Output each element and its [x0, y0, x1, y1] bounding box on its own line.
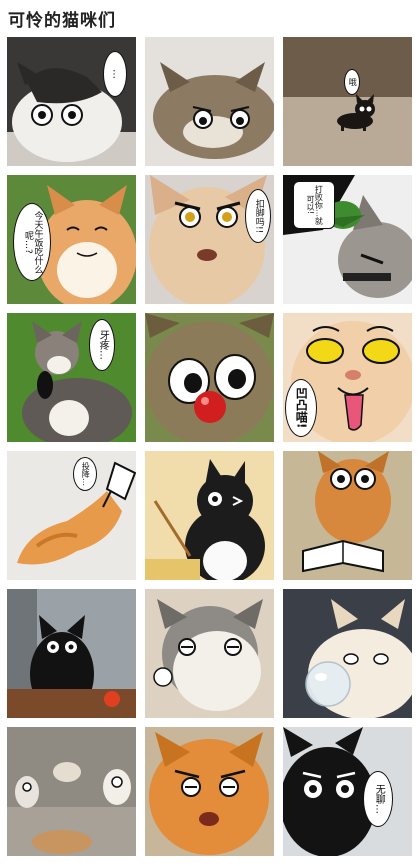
cat-photo-1[interactable]: …	[7, 37, 136, 166]
cat-photo-12[interactable]	[283, 451, 412, 580]
cat-illustration-3	[283, 37, 412, 166]
cat-illustration-10	[7, 451, 136, 580]
cat-photo-17[interactable]	[145, 727, 274, 856]
cat-photo-14[interactable]	[145, 589, 274, 718]
cat-photo-16[interactable]	[7, 727, 136, 856]
cat-photo-9[interactable]: 凹凸喵!	[283, 313, 412, 442]
cat-photo-10[interactable]: 投降…	[7, 451, 136, 580]
cat-illustration-2	[145, 37, 274, 166]
cat-illustration-8	[145, 313, 274, 442]
cat-illustration-15	[283, 589, 412, 718]
speech-bubble-4: 今天午饭吃什么呢…?	[13, 203, 51, 281]
cat-illustration-18	[283, 727, 412, 856]
cat-photo-3[interactable]: 哦	[283, 37, 412, 166]
page-title: 可怜的猫咪们	[8, 11, 116, 31]
cat-photo-13[interactable]	[7, 589, 136, 718]
cat-photo-15[interactable]	[283, 589, 412, 718]
cat-photo-11[interactable]	[145, 451, 274, 580]
cat-photo-2[interactable]	[145, 37, 274, 166]
speech-bubble-9: 凹凸喵!	[285, 379, 317, 437]
speech-bubble-3: 哦	[344, 69, 360, 95]
cat-illustration-14	[145, 589, 274, 718]
speech-bubble-1: …	[103, 51, 127, 97]
cat-illustration-7	[7, 313, 136, 442]
speech-bubble-18: 无聊…	[363, 771, 393, 827]
cat-photo-grid: … 哦 今天午饭吃什么呢…? 扣脚吗!! 打败你…就可以! 牙疼… 凹凸喵! 投…	[7, 37, 413, 861]
speech-bubble-6: 打败你…就可以!	[293, 181, 335, 229]
speech-bubble-7: 牙疼…	[89, 319, 115, 371]
cat-illustration-13	[7, 589, 136, 718]
cat-photo-5[interactable]: 扣脚吗!!	[145, 175, 274, 304]
cat-illustration-16	[7, 727, 136, 856]
cat-photo-7[interactable]: 牙疼…	[7, 313, 136, 442]
cat-illustration-17	[145, 727, 274, 856]
speech-bubble-5: 扣脚吗!!	[245, 189, 271, 243]
cat-illustration-12	[283, 451, 412, 580]
speech-bubble-10: 投降…	[73, 457, 97, 491]
cat-illustration-11	[145, 451, 274, 580]
cat-photo-4[interactable]: 今天午饭吃什么呢…?	[7, 175, 136, 304]
cat-photo-6[interactable]: 打败你…就可以!	[283, 175, 412, 304]
cat-photo-8[interactable]	[145, 313, 274, 442]
cat-photo-18[interactable]: 无聊…	[283, 727, 412, 856]
